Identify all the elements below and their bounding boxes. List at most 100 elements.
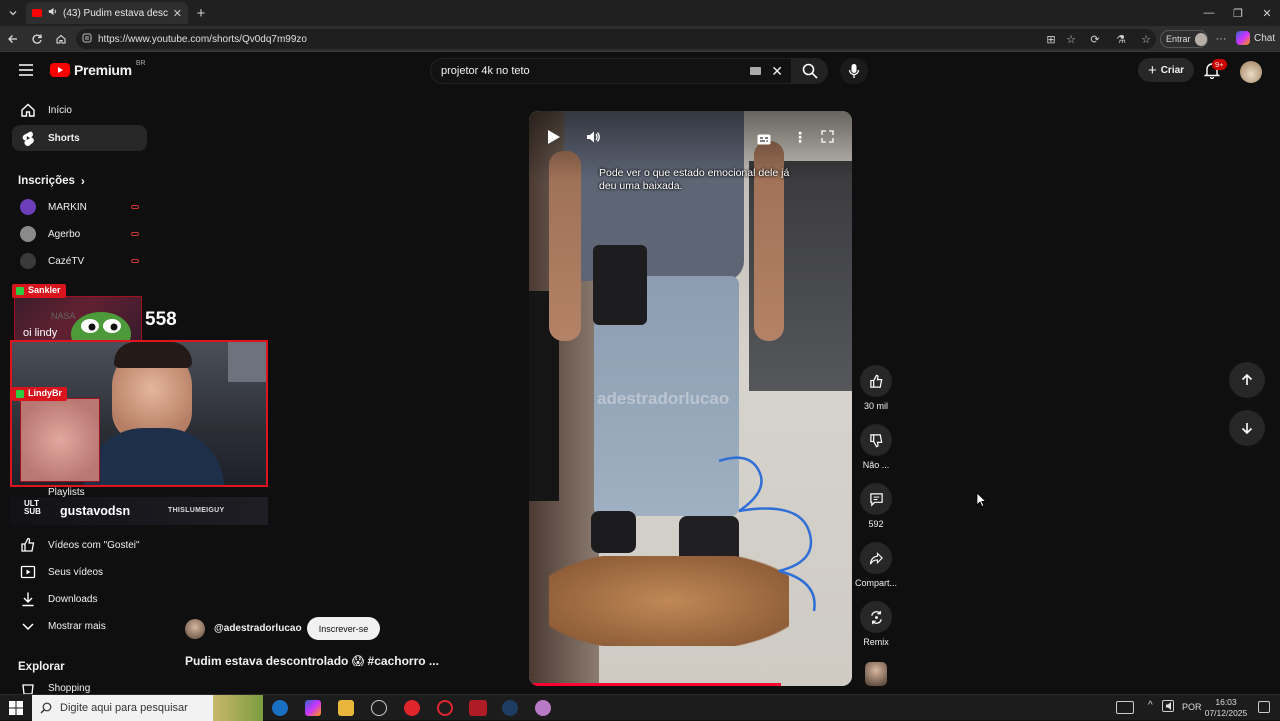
file-explorer-icon[interactable] bbox=[338, 700, 354, 716]
app-available-icon[interactable]: ⊞ bbox=[1042, 30, 1060, 48]
sidebar-subscription-cazetv[interactable]: CazéTV bbox=[12, 248, 147, 274]
speaker-icon[interactable] bbox=[47, 6, 58, 20]
video-title[interactable]: Pudim estava descontrolado 😱 #cachorro .… bbox=[185, 654, 439, 668]
sidebar-item-show-more[interactable]: Mostrar mais bbox=[12, 613, 147, 639]
favorites-icon[interactable]: ☆ bbox=[1137, 30, 1155, 48]
home-browser-icon[interactable] bbox=[52, 30, 70, 48]
clock-time: 16:03 bbox=[1215, 697, 1237, 707]
previous-short-button[interactable] bbox=[1229, 362, 1265, 398]
chevron-down-icon bbox=[22, 623, 34, 631]
extensions-icon[interactable]: ⟳ bbox=[1086, 30, 1104, 48]
more-options-icon[interactable]: ⋮ bbox=[793, 129, 807, 146]
logo-country-badge: BR bbox=[135, 59, 146, 67]
sidebar-item-label: CazéTV bbox=[48, 255, 85, 267]
shorts-video-player[interactable]: adestradorlucao ⋮ Pode ver o que estado … bbox=[529, 111, 852, 686]
video-progress-bar[interactable] bbox=[529, 683, 781, 686]
video-caption: Pode ver o que estado emocional dele já … bbox=[599, 167, 790, 192]
more-menu-icon[interactable]: ··· bbox=[1212, 30, 1230, 48]
browser-tab[interactable]: (43) Pudim estava descontrolado ✕ bbox=[26, 2, 188, 24]
comments-button[interactable]: 592 bbox=[853, 483, 899, 529]
chat-label: Chat bbox=[1254, 32, 1276, 44]
steam-icon[interactable] bbox=[502, 700, 518, 716]
edge-browser-icon[interactable] bbox=[272, 700, 288, 716]
account-avatar[interactable] bbox=[1240, 61, 1262, 83]
chat-username-tag-2: LindyBr bbox=[12, 387, 68, 401]
webcam-frame bbox=[10, 340, 268, 487]
window-close-icon[interactable]: ✕ bbox=[1258, 4, 1276, 22]
new-tab-icon[interactable]: + bbox=[192, 4, 210, 22]
opera-icon[interactable] bbox=[437, 700, 453, 716]
back-icon[interactable] bbox=[4, 30, 22, 48]
subscribe-button[interactable]: Inscrever-se bbox=[307, 617, 380, 640]
sidebar-item-label: Agerbo bbox=[48, 228, 81, 240]
comments-count: 592 bbox=[868, 519, 884, 529]
video-left-shoe bbox=[591, 511, 636, 553]
obs-icon[interactable] bbox=[371, 700, 387, 716]
sidebar-item-downloads[interactable]: Downloads bbox=[12, 586, 147, 612]
channel-handle[interactable]: @adestradorlucao bbox=[214, 623, 302, 634]
url-text: https://www.youtube.com/shorts/Qv0dq7m99… bbox=[98, 33, 307, 45]
create-button[interactable]: + Criar bbox=[1138, 58, 1194, 82]
fullscreen-icon[interactable] bbox=[821, 130, 834, 148]
sidebar-item-shopping[interactable]: Shopping bbox=[12, 678, 147, 694]
favorite-star-icon[interactable]: ☆ bbox=[1062, 30, 1080, 48]
youtube-logo[interactable]: Premium BR bbox=[50, 59, 146, 78]
minimize-icon[interactable]: — bbox=[1200, 4, 1218, 22]
share-button[interactable]: Compart... bbox=[853, 542, 899, 588]
reload-icon[interactable] bbox=[28, 30, 46, 48]
tab-close-icon[interactable]: ✕ bbox=[173, 7, 182, 20]
remix-button[interactable]: Remix bbox=[853, 601, 899, 647]
search-icon bbox=[802, 63, 818, 79]
search-button[interactable] bbox=[792, 58, 828, 84]
clock[interactable]: 16:03 07/12/2025 bbox=[1204, 697, 1248, 719]
maximize-icon[interactable]: ❐ bbox=[1229, 4, 1247, 22]
sidebar-subscription-markin[interactable]: MARKIN bbox=[12, 194, 147, 220]
notifications-button[interactable]: 9+ bbox=[1203, 59, 1227, 84]
volume-tray-icon[interactable] bbox=[1165, 699, 1177, 717]
streamer-app-icon[interactable] bbox=[469, 700, 487, 716]
copilot-chat-button[interactable]: Chat bbox=[1236, 31, 1275, 45]
tab-list-chevron-icon[interactable] bbox=[4, 4, 22, 22]
notification-center-icon[interactable] bbox=[1258, 701, 1270, 713]
puzzle-icon[interactable]: ⚗ bbox=[1112, 30, 1130, 48]
sidebar-item-label: Seus vídeos bbox=[48, 566, 104, 578]
next-short-button[interactable] bbox=[1229, 410, 1265, 446]
dislike-button[interactable]: Não ... bbox=[853, 424, 899, 470]
shopping-bag-icon bbox=[22, 684, 34, 694]
keyboard-tray-icon[interactable] bbox=[1116, 701, 1134, 714]
clear-search-icon[interactable]: ✕ bbox=[771, 63, 783, 80]
profile-button[interactable]: Entrar bbox=[1160, 30, 1208, 48]
sidebar-item-your-videos[interactable]: Seus vídeos bbox=[12, 559, 147, 585]
sidebar-item-label: Mostrar mais bbox=[48, 620, 106, 632]
channel-avatar bbox=[20, 253, 36, 269]
sidebar-item-label: Vídeos com "Gostei" bbox=[48, 539, 140, 551]
browser-address-bar: https://www.youtube.com/shorts/Qv0dq7m99… bbox=[0, 26, 1280, 52]
channel-avatar-video[interactable] bbox=[185, 619, 205, 639]
sidebar-subscription-agerbo[interactable]: Agerbo bbox=[12, 221, 147, 247]
like-button[interactable]: 30 mil bbox=[853, 365, 899, 411]
subscriptions-heading[interactable]: Inscrições › bbox=[18, 174, 85, 188]
youtube-music-icon[interactable] bbox=[404, 700, 420, 716]
play-icon[interactable] bbox=[547, 129, 561, 150]
keyboard-icon[interactable] bbox=[750, 67, 761, 75]
captions-icon[interactable] bbox=[757, 132, 771, 150]
copilot-taskbar-icon[interactable] bbox=[305, 700, 321, 716]
sidebar-item-shorts[interactable]: Shorts bbox=[12, 125, 147, 151]
sidebar-item-liked-videos[interactable]: Vídeos com "Gostei" bbox=[12, 532, 147, 558]
voice-search-button[interactable] bbox=[840, 58, 868, 84]
app-taskbar-icon[interactable] bbox=[535, 700, 551, 716]
search-input[interactable]: projetor 4k no teto ✕ bbox=[430, 58, 792, 84]
create-label: Criar bbox=[1160, 64, 1185, 76]
sidebar-item-home[interactable]: Início bbox=[12, 97, 147, 123]
tray-chevron-up-icon[interactable]: ^ bbox=[1148, 700, 1153, 711]
language-indicator[interactable]: POR bbox=[1182, 702, 1202, 712]
audio-source-thumbnail[interactable] bbox=[865, 662, 887, 686]
site-info-icon[interactable] bbox=[82, 33, 92, 46]
url-field[interactable]: https://www.youtube.com/shorts/Qv0dq7m99… bbox=[76, 29, 1156, 49]
secondary-cam-face bbox=[20, 398, 100, 482]
explore-heading: Explorar bbox=[18, 661, 65, 673]
windows-start-icon[interactable] bbox=[9, 701, 23, 720]
taskbar-search-input[interactable]: Digite aqui para pesquisar bbox=[32, 695, 263, 721]
volume-icon[interactable] bbox=[585, 129, 601, 150]
hamburger-menu-icon[interactable] bbox=[18, 63, 34, 82]
